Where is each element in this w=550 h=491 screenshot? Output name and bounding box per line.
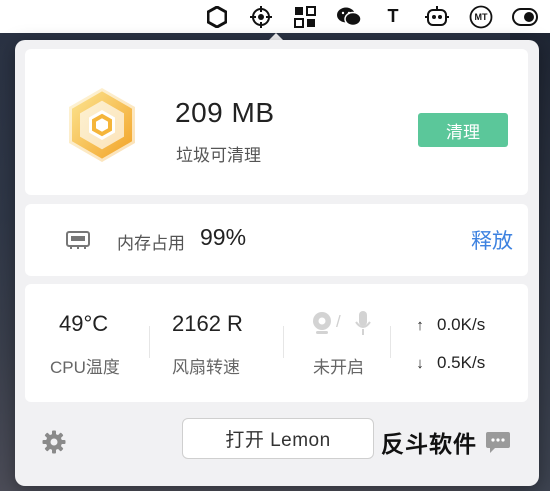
fan-speed-value: 2162 R (172, 311, 243, 336)
download-arrow-icon: ↓ (416, 354, 424, 372)
feedback-chat-icon[interactable] (485, 431, 511, 455)
memory-usage-value: 99% (200, 224, 247, 250)
fan-speed-label: 风扇转速 (172, 358, 240, 377)
download-speed-row: ↓ 0.5K/s (415, 353, 485, 373)
cpu-temp-label: CPU温度 (50, 358, 120, 377)
junk-card: 209 MB 垃圾可清理 清理 (25, 49, 528, 195)
lemon-hexagon-icon[interactable] (200, 3, 234, 31)
upload-speed-value: 0.0K/s (437, 315, 486, 334)
stat-divider (390, 326, 391, 358)
toggle-icon[interactable] (508, 3, 542, 31)
release-memory-link[interactable]: 释放 (471, 225, 513, 255)
lemon-logo-icon (69, 88, 135, 162)
cpu-temp-value: 49°C (59, 311, 109, 336)
privacy-separator: / (336, 312, 341, 331)
crosshair-icon[interactable] (244, 3, 278, 31)
upload-speed-row: ↑ 0.0K/s (415, 315, 485, 335)
stat-divider (283, 326, 284, 358)
stat-divider (149, 326, 150, 358)
junk-size-value: 209 MB (175, 97, 275, 128)
memory-chip-icon (66, 231, 90, 249)
open-lemon-button[interactable]: 打开 Lemon (182, 418, 374, 459)
memory-usage-label: 内存占用 (117, 234, 185, 253)
mt-badge-label: MT (474, 11, 488, 22)
clean-button[interactable]: 清理 (418, 113, 508, 147)
memory-card: 内存占用 99% 释放 (25, 204, 528, 276)
stats-card: 49°C CPU温度 2162 R 风扇转速 / 未开启 ↑ 0.0K/s ↓ … (25, 284, 528, 402)
watermark-text: 反斗软件 (381, 431, 477, 457)
mt-badge-icon[interactable]: MT (464, 3, 498, 31)
menu-bar: T MT (0, 0, 550, 33)
lemon-popover: 209 MB 垃圾可清理 清理 内存占用 99% 释放 49°C CPU温度 2… (15, 40, 539, 486)
download-speed-value: 0.5K/s (437, 353, 486, 372)
wechat-icon[interactable] (332, 3, 366, 31)
text-t-icon[interactable]: T (376, 3, 410, 31)
gear-icon[interactable] (42, 430, 66, 454)
junk-size-label: 垃圾可清理 (176, 146, 261, 165)
camera-icon[interactable] (311, 311, 333, 335)
robot-icon[interactable] (420, 3, 454, 31)
qr-grid-icon[interactable] (288, 3, 322, 31)
upload-arrow-icon: ↑ (416, 316, 424, 334)
privacy-status-label: 未开启 (313, 358, 364, 377)
microphone-icon[interactable] (354, 310, 372, 336)
